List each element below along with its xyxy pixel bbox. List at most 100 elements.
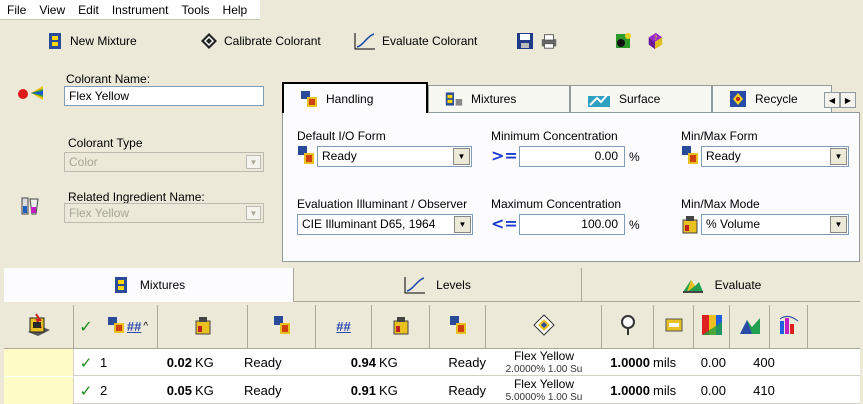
header-thickness[interactable] xyxy=(602,305,654,349)
chevron-down-icon: ▼ xyxy=(830,148,847,165)
tab-bottom-levels-label: Levels xyxy=(436,277,471,292)
mixture-icon xyxy=(112,276,130,294)
instrument-icon[interactable] xyxy=(614,32,632,50)
default-io-select[interactable]: Ready ▼ xyxy=(317,146,472,167)
row-thickness[interactable]: 1.0000 xyxy=(602,377,650,404)
min-concentration-input[interactable]: 0.00 xyxy=(519,146,625,167)
row-form1[interactable]: Ready xyxy=(244,377,304,404)
header-value[interactable] xyxy=(654,305,694,349)
row-qty1[interactable]: 0.02 xyxy=(130,349,192,376)
tab-surface[interactable]: Surface xyxy=(570,85,712,112)
tab-mixtures-label: Mixtures xyxy=(471,92,517,106)
header-check[interactable]: ✓ xyxy=(74,305,98,349)
row-qty2[interactable]: 0.91 xyxy=(316,377,376,404)
related-ingredient-label: Related Ingredient Name: xyxy=(68,190,205,204)
header-instrument[interactable] xyxy=(4,305,74,349)
header-name[interactable] xyxy=(486,305,602,349)
menu-view[interactable]: View xyxy=(32,0,71,20)
mixture-icon xyxy=(46,32,64,50)
minmax-mode-value: % Volume xyxy=(706,217,761,231)
new-mixture-button[interactable]: New Mixture xyxy=(46,32,137,50)
tab-bottom-levels[interactable]: Levels xyxy=(294,268,582,302)
row-colorant[interactable]: Flex Yellow 5.0000% 1.00 Su xyxy=(486,377,602,404)
tab-scroll: ◀ ▶ xyxy=(824,92,856,108)
row-value[interactable]: 0.00 xyxy=(694,377,726,404)
evaluate-colorant-button[interactable]: Evaluate Colorant xyxy=(354,32,477,50)
minmax-form-select[interactable]: Ready ▼ xyxy=(701,146,849,167)
thickness-icon xyxy=(619,314,637,339)
header-wavelength[interactable] xyxy=(770,305,808,349)
tab-bottom-evaluate-label: Evaluate xyxy=(714,277,762,292)
tab-surface-label: Surface xyxy=(619,92,661,106)
save-icon[interactable] xyxy=(516,32,534,50)
scroll-left-button[interactable]: ◀ xyxy=(824,92,840,108)
menu-help[interactable]: Help xyxy=(216,0,254,20)
header-curve[interactable] xyxy=(730,305,770,349)
row-form2[interactable]: Ready xyxy=(424,377,486,404)
header-form1[interactable] xyxy=(248,305,316,349)
row-wavelength[interactable]: 400 xyxy=(744,349,784,376)
row-form2[interactable]: Ready xyxy=(424,349,486,376)
header-unit2[interactable] xyxy=(372,305,430,349)
max-concentration-input[interactable]: 100.00 xyxy=(519,214,625,235)
menu-bar: File View Edit Instrument Tools Help xyxy=(0,0,260,20)
chevron-down-icon: ▼ xyxy=(830,216,847,233)
header-spectrum[interactable] xyxy=(694,305,730,349)
row-unit1: KG xyxy=(195,355,214,370)
row-form1[interactable]: Ready xyxy=(244,349,304,376)
row-check-icon[interactable]: ✓ xyxy=(74,377,98,404)
header-qty1[interactable]: ## ^ xyxy=(98,305,158,349)
volume-icon xyxy=(194,315,212,338)
new-mixture-label: New Mixture xyxy=(70,34,137,48)
row-unit1: KG xyxy=(195,383,214,398)
min-concentration-label: Minimum Concentration xyxy=(491,129,618,143)
tab-mixtures[interactable]: Mixtures xyxy=(428,85,570,112)
evaluate-icon xyxy=(739,315,761,338)
menu-tools[interactable]: Tools xyxy=(175,0,216,20)
default-io-value: Ready xyxy=(322,149,357,163)
help-book-icon[interactable]: ? xyxy=(646,32,664,50)
row-unit2: KG xyxy=(379,355,398,370)
menu-instrument[interactable]: Instrument xyxy=(105,0,175,20)
row-qty1[interactable]: 0.05 xyxy=(130,377,192,404)
handling-icon xyxy=(107,316,125,337)
tab-bottom-mixtures[interactable]: Mixtures xyxy=(4,268,294,302)
row-thickness[interactable]: 1.0000 xyxy=(602,349,650,376)
table-row[interactable]: ✓ 1 0.02 KG Ready 0.94 KG Ready Flex Yel… xyxy=(4,349,860,376)
recycle-icon xyxy=(729,90,747,108)
row-thickness-unit: mils xyxy=(653,383,677,398)
svg-text:?: ? xyxy=(654,35,657,42)
menu-file[interactable]: File xyxy=(0,0,32,20)
row-index: 2 xyxy=(100,383,108,398)
surface-icon xyxy=(587,90,611,108)
header-form2[interactable] xyxy=(430,305,486,349)
header-qty2[interactable]: ## xyxy=(316,305,372,349)
tab-handling-label: Handling xyxy=(326,91,374,106)
row-header[interactable] xyxy=(4,377,74,404)
tab-recycle[interactable]: Recycle xyxy=(712,85,832,112)
tab-bottom-evaluate[interactable]: Evaluate xyxy=(582,268,860,302)
row-header[interactable] xyxy=(4,349,74,376)
row-colorant[interactable]: Flex Yellow 2.0000% 1.00 Su xyxy=(486,349,602,376)
row-thickness-unit: mils xyxy=(653,355,677,370)
header-unit1[interactable] xyxy=(158,305,248,349)
colorant-name-input[interactable]: Flex Yellow xyxy=(64,86,264,106)
curve-chart-icon xyxy=(404,276,426,294)
print-icon[interactable] xyxy=(540,32,558,50)
row-check-icon[interactable]: ✓ xyxy=(74,349,98,376)
calibrate-icon xyxy=(200,32,218,50)
scroll-right-button[interactable]: ▶ xyxy=(840,92,856,108)
mixture-icon xyxy=(445,90,463,108)
table-row[interactable]: ✓ 2 0.05 KG Ready 0.91 KG Ready Flex Yel… xyxy=(4,377,860,404)
row-value[interactable]: 0.00 xyxy=(694,349,726,376)
tab-handling[interactable]: Handling xyxy=(282,82,428,113)
sort-ascending-icon: ^ xyxy=(143,321,149,332)
row-qty2[interactable]: 0.94 xyxy=(316,349,376,376)
row-wavelength[interactable]: 410 xyxy=(744,377,784,404)
minmax-mode-select[interactable]: % Volume ▼ xyxy=(701,214,849,235)
colorant-type-label: Colorant Type xyxy=(68,136,143,150)
calibrate-colorant-button[interactable]: Calibrate Colorant xyxy=(200,32,321,50)
row-colorant-detail: 5.0000% 1.00 Su xyxy=(505,392,583,403)
eval-illuminant-select[interactable]: CIE Illuminant D65, 1964 ▼ xyxy=(297,214,473,235)
menu-edit[interactable]: Edit xyxy=(71,0,105,20)
